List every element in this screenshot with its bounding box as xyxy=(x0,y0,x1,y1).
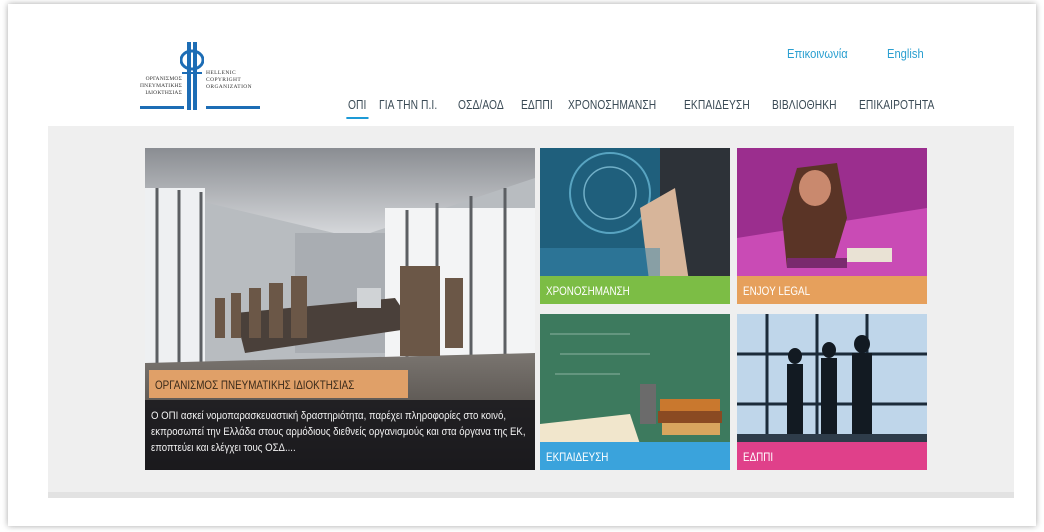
featured-title: ΟΡΓΑΝΙΣΜΟΣ ΠΝΕΥΜΑΤΙΚΗΣ ΙΔΙΟΚΤΗΣΙΑΣ xyxy=(149,370,409,398)
nav-item-library[interactable]: ΒΙΒΛΙΟΘΗΚΗ xyxy=(772,98,837,112)
nav-item-education[interactable]: ΕΚΠΑΙΔΕΥΣΗ xyxy=(684,98,750,112)
tile-education[interactable]: ΕΚΠΑΙΔΕΥΣΗ xyxy=(540,314,730,470)
featured-description: Ο ΟΠΙ ασκεί νομοπαρασκευαστική δραστηριό… xyxy=(145,400,535,470)
logo-underline-left xyxy=(140,106,184,109)
english-link[interactable]: English xyxy=(887,46,924,61)
opi-logo-icon xyxy=(180,42,204,110)
nav-item-edppi[interactable]: ΕΔΠΠΙ xyxy=(521,98,553,112)
nav-item-about-ip[interactable]: ΓΙΑ ΤΗΝ Π.Ι. xyxy=(379,98,437,112)
main-nav: ΟΠΙ ΓΙΑ ΤΗΝ Π.Ι. ΟΣΔ/ΑΟΔ ΕΔΠΠΙ ΧΡΟΝΟΣΗΜΑ… xyxy=(346,98,951,119)
nav-item-opi[interactable]: ΟΠΙ xyxy=(346,98,368,119)
content-band-footer-edge xyxy=(48,492,1014,498)
featured-tile[interactable]: ΟΡΓΑΝΙΣΜΟΣ ΠΝΕΥΜΑΤΙΚΗΣ ΙΔΙΟΚΤΗΣΙΑΣ Ο ΟΠΙ… xyxy=(145,148,535,470)
contact-link[interactable]: Επικοινωνία xyxy=(787,46,848,61)
tile-enjoy-legal-label: ENJOY LEGAL xyxy=(737,276,927,304)
nav-item-osd-aod[interactable]: ΟΣΔ/ΑΟΔ xyxy=(458,98,504,112)
nav-item-news[interactable]: ΕΠΙΚΑΙΡΟΤΗΤΑ xyxy=(859,98,934,112)
nav-item-timestamping[interactable]: ΧΡΟΝΟΣΗΜΑΝΣΗ xyxy=(568,98,656,112)
tile-education-label: ΕΚΠΑΙΔΕΥΣΗ xyxy=(540,442,730,470)
tile-edppi-label: ΕΔΠΠΙ xyxy=(737,442,927,470)
top-links: Επικοινωνία English xyxy=(787,46,930,61)
tile-edppi[interactable]: ΕΔΠΠΙ xyxy=(737,314,927,470)
logo-greek-text: ΟΡΓΑΝΙΣΜΟΣ ΠΝΕΥΜΑΤΙΚΗΣ ΙΔΙΟΚΤΗΣΙΑΣ xyxy=(140,76,183,96)
logo-underline-right xyxy=(206,106,260,109)
hco-logo[interactable]: ΟΡΓΑΝΙΣΜΟΣ ΠΝΕΥΜΑΤΙΚΗΣ ΙΔΙΟΚΤΗΣΙΑΣ HELLE… xyxy=(136,42,264,118)
logo-english-text: HELLENIC COPYRIGHT ORGANIZATION xyxy=(206,70,253,90)
tile-timestamping-label: ΧΡΟΝΟΣΗΜΑΝΣΗ xyxy=(540,276,730,304)
tile-timestamping[interactable]: ΧΡΟΝΟΣΗΜΑΝΣΗ xyxy=(540,148,730,304)
tile-enjoy-legal[interactable]: ENJOY LEGAL xyxy=(737,148,927,304)
